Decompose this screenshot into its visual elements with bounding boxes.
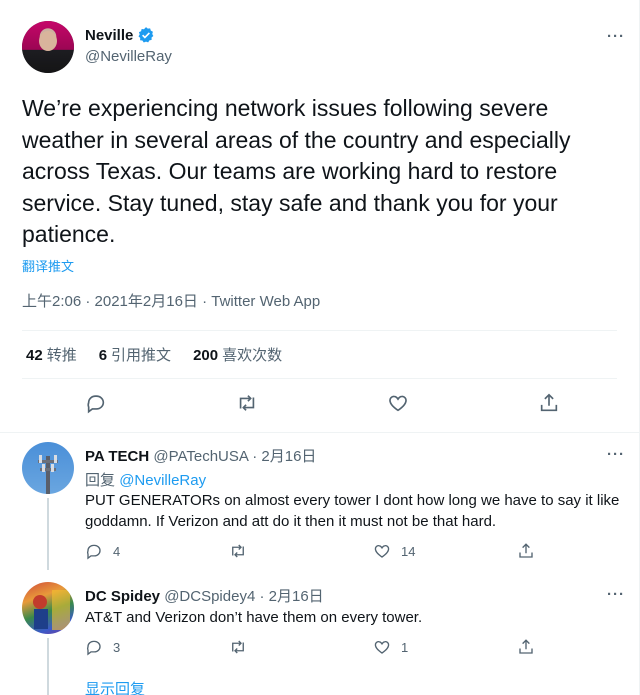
share-icon (519, 543, 533, 558)
retweet-icon (232, 544, 244, 558)
reply-author-name[interactable]: PA TECH (85, 448, 149, 465)
reply-header[interactable]: DC Spidey @DCSpidey4 · 2月16日 (85, 585, 324, 606)
tweet-stats: 42 转推 6 引用推文 200 喜欢次数 (26, 344, 282, 365)
divider (22, 330, 617, 331)
like-count: 14 (401, 543, 416, 559)
retweet-icon (232, 640, 244, 654)
author-handle[interactable]: @NevilleRay (85, 48, 172, 65)
quotes-stat[interactable]: 6 引用推文 (99, 344, 171, 365)
tweet-timestamp[interactable]: 上午2:06 · 2021年2月16日 · Twitter Web App (22, 290, 320, 311)
thread-line (47, 498, 49, 570)
like-button[interactable]: 14 (373, 542, 415, 560)
more-options-icon[interactable]: ··· (607, 446, 625, 463)
reply-button[interactable]: 4 (85, 542, 120, 560)
replying-to: 回复 @NevilleRay (85, 472, 207, 489)
tweet-detail-page: Neville @NevilleRay ··· We’re experienci… (0, 0, 640, 695)
reply-header[interactable]: PA TECH @PATechUSA · 2月16日 (85, 445, 316, 466)
tweet-text: We’re experiencing network issues follow… (22, 95, 571, 247)
reply-author-handle[interactable]: @PATechUSA (153, 448, 248, 465)
reply-author-handle[interactable]: @DCSpidey4 (164, 588, 255, 605)
reply-text: PUT GENERATORs on almost every tower I d… (85, 492, 620, 530)
reply-action-bar: 4 14 (85, 542, 617, 562)
likes-stat[interactable]: 200 喜欢次数 (193, 344, 282, 365)
show-replies-link[interactable]: 显示回复 (85, 678, 145, 695)
reply-icon (86, 544, 101, 560)
retweets-stat[interactable]: 42 转推 (26, 344, 77, 365)
cell-tower-image (38, 455, 58, 494)
retweet-button[interactable] (229, 542, 247, 560)
reply-date[interactable]: · 2月16日 (252, 448, 316, 465)
reply-icon (87, 395, 105, 414)
author-avatar[interactable] (22, 21, 74, 73)
share-button[interactable] (517, 542, 535, 560)
heart-icon (374, 640, 390, 654)
reply-button[interactable]: 3 (85, 638, 120, 656)
reply-avatar[interactable] (22, 582, 74, 634)
share-icon (519, 639, 533, 654)
divider (22, 378, 617, 379)
divider (0, 432, 639, 433)
more-options-icon[interactable]: ··· (607, 28, 625, 45)
replying-to-link[interactable]: @NevilleRay (119, 472, 206, 489)
tweet-action-bar (22, 392, 617, 420)
like-count: 1 (401, 639, 409, 655)
reply-count: 4 (113, 543, 121, 559)
share-button[interactable] (517, 638, 535, 656)
verified-badge-icon (138, 27, 154, 43)
reply-action-bar: 3 1 (85, 638, 617, 658)
translate-tweet-link[interactable]: 翻译推文 (22, 256, 74, 275)
like-button[interactable] (387, 392, 413, 418)
reply-avatar[interactable] (22, 442, 74, 494)
like-button[interactable]: 1 (373, 638, 408, 656)
reply-author-name[interactable]: DC Spidey (85, 588, 160, 605)
flag-image (33, 590, 70, 630)
retweet-button[interactable] (229, 638, 247, 656)
author-name[interactable]: Neville (85, 27, 133, 44)
author-name-row[interactable]: Neville (85, 26, 155, 44)
heart-icon (389, 395, 407, 412)
share-icon (540, 393, 558, 412)
thread-line (47, 638, 49, 695)
share-button[interactable] (538, 392, 564, 418)
reply-count: 3 (113, 639, 121, 655)
retweet-icon (239, 395, 255, 411)
reply-button[interactable] (85, 392, 111, 418)
retweet-button[interactable] (236, 392, 262, 418)
heart-icon (374, 544, 390, 558)
reply-date[interactable]: · 2月16日 (259, 588, 323, 605)
more-options-icon[interactable]: ··· (607, 586, 625, 603)
reply-icon (86, 640, 101, 656)
reply-text: AT&T and Verizon don’t have them on ever… (85, 609, 423, 626)
